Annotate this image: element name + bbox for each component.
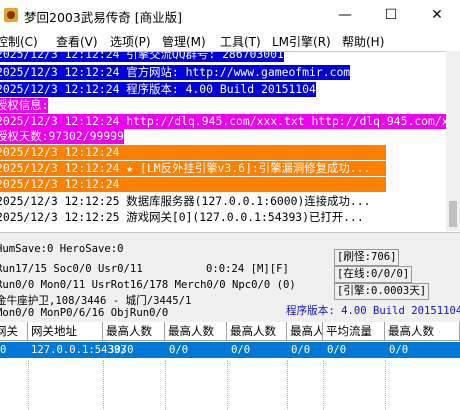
scrollbar-thumb[interactable] — [449, 201, 457, 227]
menu-help[interactable]: 帮助(H) — [342, 33, 384, 50]
grid-line — [287, 360, 289, 410]
log-line: 2025/12/3 12:12:24 ★ [LM反外挂引擎v3.6]:引擎漏洞修… — [0, 161, 386, 176]
status-location: 金牛座护卫,108/3446 - 城门/3445/1 — [0, 295, 192, 307]
gateway-table: 网关 网关地址 最高人数 最高人数 最高人数 最高人数 平均流量 最高人数 0 … — [0, 322, 460, 410]
log-line: 2025/12/3 12:12:24 — [0, 145, 386, 160]
cell-value: 30/0 — [108, 344, 134, 356]
title-bar: 梦回2003武易传奇 [商业版] — ☐ ✕ — [0, 0, 460, 30]
menu-options[interactable]: 选项(P) — [110, 33, 151, 50]
status-save: HumSave:0 HeroSave:0 — [0, 243, 124, 255]
log-line: 授权信息: — [0, 98, 49, 113]
minimize-button[interactable]: — — [322, 0, 368, 30]
log-scrollbar[interactable] — [446, 51, 460, 231]
col-max-users[interactable]: 最高人数 — [227, 322, 287, 340]
grid-line — [103, 360, 105, 410]
col-gateway[interactable]: 网关 — [0, 322, 28, 340]
grid-line — [28, 360, 30, 410]
col-max-users[interactable]: 最高人数 — [103, 322, 165, 340]
log-pane[interactable]: 2025/12/3 12:12:24 引擎交流QQ群号: 286703001 2… — [0, 51, 446, 232]
log-line: 2025/12/3 12:12:24 http://dlq.945.com/xx… — [0, 114, 446, 129]
menu-manage[interactable]: 管理(M) — [162, 33, 206, 50]
log-line: 2025/12/3 12:12:24 引擎交流QQ群号: 286703001 — [0, 52, 284, 62]
menu-bar: 控制(C) 查看(V) 选项(P) 管理(M) 工具(T) LM引擎(R) 帮助… — [0, 30, 460, 51]
col-max-users[interactable]: 最高人数 — [165, 322, 227, 340]
menu-tools[interactable]: 工具(T) — [220, 33, 261, 50]
table-row[interactable]: 0 127.0.0.1:54393 30/0 0/0 0/0 0/0 0/0 0… — [0, 342, 460, 358]
col-max-users[interactable]: 最高人数 — [385, 322, 460, 340]
close-button[interactable]: ✕ — [414, 0, 460, 30]
program-version: 程序版本: 4.00 Build 20151104 — [286, 305, 460, 317]
log-line: 2025/12/3 12:12:24 — [0, 177, 386, 192]
grid-line — [165, 360, 167, 410]
col-max-users[interactable]: 最高人数 — [287, 322, 323, 340]
menu-control[interactable]: 控制(C) — [0, 33, 38, 50]
log-line: 2025/12/3 12:12:24 程序版本: 4.00 Build 2015… — [0, 82, 316, 97]
status-time: 0:0:24 [M][F] — [206, 263, 289, 275]
grid-line — [385, 360, 387, 410]
cell-value: 0/0 — [389, 344, 409, 356]
log-line: 2025/12/3 12:12:24 官方网站: http://www.game… — [0, 65, 351, 80]
cell-gateway: 0 — [0, 344, 7, 356]
app-icon — [4, 8, 18, 22]
grid-line — [323, 360, 325, 410]
maximize-button[interactable]: ☐ — [368, 0, 414, 30]
status-objects: Mon0/0 MonP0/6/16 ObjRun0/0 — [0, 307, 169, 319]
status-run: Run17/15 Soc0/0 Usr0/11 — [0, 263, 143, 275]
log-line: 2025/12/3 12:12:25 数据库服务器(127.0.0.1:6000… — [0, 194, 371, 208]
cell-value: 0/0 — [327, 344, 347, 356]
table-header: 网关 网关地址 最高人数 最高人数 最高人数 最高人数 平均流量 最高人数 — [0, 322, 460, 341]
menu-view[interactable]: 查看(V) — [56, 33, 98, 50]
online-count: [在线:0/0/0] — [334, 266, 413, 283]
cell-value: 0/0 — [169, 344, 189, 356]
col-gateway-address[interactable]: 网关地址 — [28, 322, 103, 340]
col-average-traffic[interactable]: 平均流量 — [323, 322, 385, 340]
refresh-monster-count: [刷怪:706] — [334, 249, 400, 266]
status-monsters: Run0/0 Mon0/11 UsrRot16/178 Merch0/0 Npc… — [0, 279, 296, 291]
grid-line — [227, 360, 229, 410]
window-title: 梦回2003武易传奇 [商业版] — [24, 10, 183, 25]
cell-value: 0/0 — [231, 344, 251, 356]
cell-value: 0/0 — [291, 344, 311, 356]
menu-lm-engine[interactable]: LM引擎(R) — [272, 33, 331, 50]
status-panel: HumSave:0 HeroSave:0 Run17/15 Soc0/0 Usr… — [0, 232, 460, 323]
log-line: 授权天数:97302/99999 — [0, 129, 124, 144]
engine-days: [引擎:0.0003天] — [334, 283, 430, 300]
log-line: 2025/12/3 12:12:25 游戏网关[0](127.0.0.1:543… — [0, 210, 364, 224]
